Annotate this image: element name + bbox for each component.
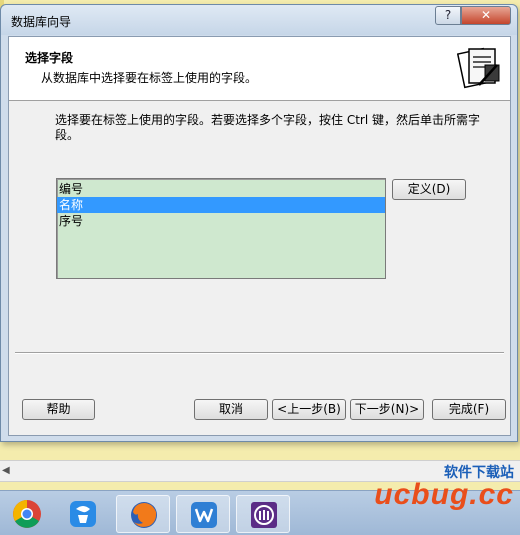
next-button[interactable]: 下一步(N)> [350,399,424,420]
chrome-icon [13,500,41,528]
taskbar-item-app-purple[interactable] [236,495,290,533]
window-title: 数据库向导 [11,15,72,29]
close-button[interactable]: ✕ [461,6,511,25]
app-icon-purple [251,502,277,528]
step-subtitle: 从数据库中选择要在标签上使用的字段。 [41,71,258,85]
taskbar-item-app-blue[interactable] [56,495,110,533]
step-title: 选择字段 [25,51,74,65]
dialog-client-area: 选择字段 从数据库中选择要在标签上使用的字段。 选择要在标签上使用的字段。若要选… [8,36,511,436]
help-title-button[interactable]: ? [435,6,461,25]
firefox-icon [131,502,157,528]
wizard-label-icon [457,47,500,89]
bottom-separator [15,352,504,354]
taskbar-item-firefox[interactable] [116,495,170,533]
app-icon-blue [70,501,96,527]
watermark-logo-text: ucbug.cc [374,478,514,511]
help-button[interactable]: 帮助 [22,399,95,420]
define-button[interactable]: 定义(D) [392,179,466,200]
title-bar: 数据库向导 ? ✕ [1,5,517,35]
field-list-item-1[interactable]: 名称 [57,197,385,213]
wizard-header: 选择字段 从数据库中选择要在标签上使用的字段。 [9,37,510,101]
field-listbox[interactable]: 编号 名称 序号 [56,178,386,279]
taskbar-item-chrome[interactable] [0,495,54,533]
taskbar-item-wps-writer[interactable] [176,495,230,533]
cancel-button[interactable]: 取消 [194,399,268,420]
site-watermark: 软件下载站 ucbug.cc [332,462,520,535]
database-wizard-dialog: 数据库向导 ? ✕ 选择字段 从数据库中选择要在标签上使用的字段。 选择要在标签… [0,4,518,442]
scroll-left-arrow-icon[interactable]: ◀ [2,465,10,476]
wps-writer-icon [191,502,217,528]
instruction-text: 选择要在标签上使用的字段。若要选择多个字段，按住 Ctrl 键，然后单击所需字段… [55,113,480,142]
back-button[interactable]: <上一步(B) [272,399,346,420]
field-list-item-0[interactable]: 编号 [57,181,385,197]
field-list-item-2[interactable]: 序号 [57,213,385,229]
finish-button[interactable]: 完成(F) [432,399,506,420]
